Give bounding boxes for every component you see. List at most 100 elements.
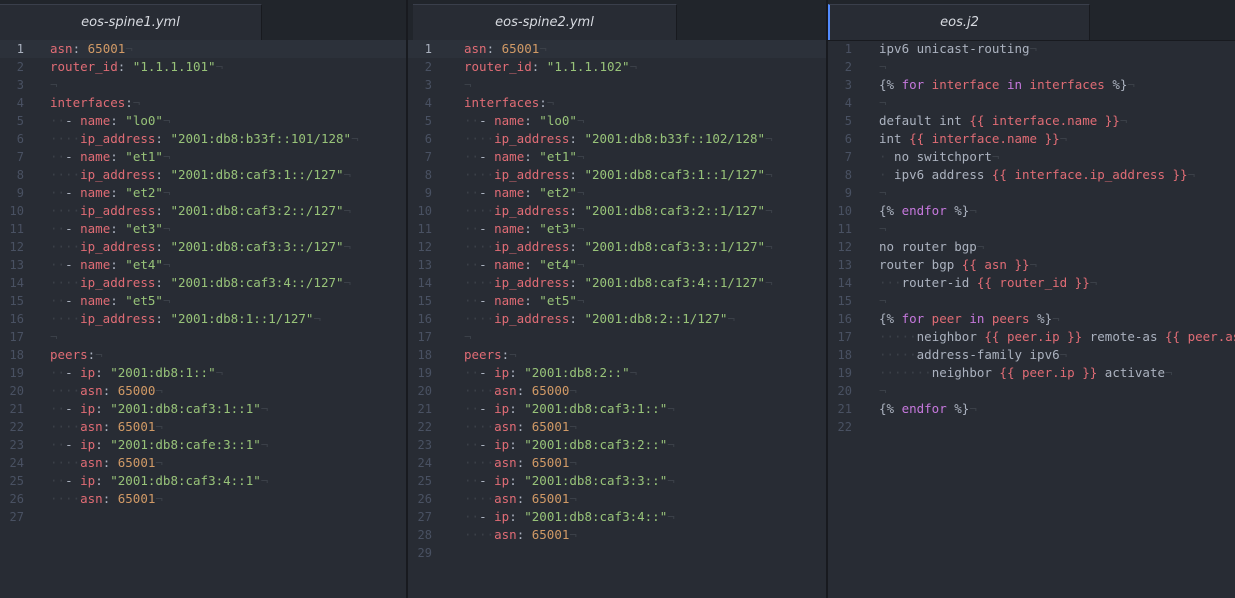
code-line[interactable]: 15 ··- name: "et5"¬ <box>0 292 406 310</box>
code-line[interactable]: 11 ¬ <box>828 220 1235 238</box>
code-line[interactable]: 18 peers:¬ <box>0 346 406 364</box>
code-line[interactable]: 5 ··- name: "lo0"¬ <box>408 112 826 130</box>
code-line[interactable]: 2 ¬ <box>828 58 1235 76</box>
code-editor[interactable]: 1 asn: 65001¬ 2 router_id: "1.1.1.101"¬ 3 ¬ 4 i… <box>0 40 406 598</box>
code-line[interactable]: 5 ··- name: "lo0"¬ <box>0 112 406 130</box>
code-line[interactable]: 3 {% for interface in interfaces %}¬ <box>828 76 1235 94</box>
code-line[interactable]: 22 <box>828 418 1235 436</box>
code-line[interactable]: 20 ····asn: 65000¬ <box>0 382 406 400</box>
code-line[interactable]: 1 ipv6 unicast-routing¬ <box>828 40 1235 58</box>
code-line[interactable]: 23 ··- ip: "2001:db8:cafe:3::1"¬ <box>0 436 406 454</box>
invisible-char: ·· <box>50 257 66 272</box>
code-line[interactable]: 12 ····ip_address: "2001:db8:caf3:3::/127… <box>0 238 406 256</box>
code-line[interactable]: 6 ····ip_address: "2001:db8:b33f::101/128… <box>0 130 406 148</box>
code-line[interactable]: 17 ¬ <box>408 328 826 346</box>
code-editor[interactable]: 1 ipv6 unicast-routing¬ 2 ¬ 3 {% for interfac… <box>828 40 1235 598</box>
code-line[interactable]: 20 ····asn: 65000¬ <box>408 382 826 400</box>
code-line[interactable]: 13 ··- name: "et4"¬ <box>0 256 406 274</box>
code-line[interactable]: 24 ····asn: 65001¬ <box>0 454 406 472</box>
code-line[interactable]: 4 interfaces:¬ <box>408 94 826 112</box>
code-line[interactable]: 6 int {{ interface.name }}¬ <box>828 130 1235 148</box>
code-line[interactable]: 19 ·······neighbor {{ peer.ip }} activate… <box>828 364 1235 382</box>
code-line[interactable]: 21 ··- ip: "2001:db8:caf3:1::"¬ <box>408 400 826 418</box>
code-line[interactable]: 12 no router bgp¬ <box>828 238 1235 256</box>
code-line[interactable]: 26 ····asn: 65001¬ <box>408 490 826 508</box>
code-line[interactable]: 10 ····ip_address: "2001:db8:caf3:2::1/12… <box>408 202 826 220</box>
code-line[interactable]: 22 ····asn: 65001¬ <box>0 418 406 436</box>
code-line[interactable]: 10 ····ip_address: "2001:db8:caf3:2::/127… <box>0 202 406 220</box>
code-line[interactable]: 19 ··- ip: "2001:db8:2::"¬ <box>408 364 826 382</box>
code-line[interactable]: 2 router_id: "1.1.1.101"¬ <box>0 58 406 76</box>
code-line[interactable]: 3 ¬ <box>0 76 406 94</box>
code-token: - <box>479 401 495 416</box>
tab-eos-j2[interactable]: eos.j2 <box>828 4 1090 40</box>
code-line[interactable]: 27 <box>0 508 406 526</box>
line-text: ····asn: 65001¬ <box>50 454 163 472</box>
code-line[interactable]: 9 ··- name: "et2"¬ <box>408 184 826 202</box>
code-line[interactable]: 25 ··- ip: "2001:db8:caf3:4::1"¬ <box>0 472 406 490</box>
code-line[interactable]: 21 {% endfor %}¬ <box>828 400 1235 418</box>
code-line[interactable]: 18 ·····address-family ipv6¬ <box>828 346 1235 364</box>
code-line[interactable]: 19 ··- ip: "2001:db8:1::"¬ <box>0 364 406 382</box>
code-line[interactable]: 11 ··- name: "et3"¬ <box>0 220 406 238</box>
code-token: : <box>569 131 585 146</box>
code-line[interactable]: 29 <box>408 544 826 562</box>
code-line[interactable]: 7 · no switchport¬ <box>828 148 1235 166</box>
code-line[interactable]: 13 router bgp {{ asn }}¬ <box>828 256 1235 274</box>
invisible-char: ¬ <box>260 401 269 416</box>
code-line[interactable]: 17 ¬ <box>0 328 406 346</box>
line-text: ¬ <box>879 94 887 112</box>
code-line[interactable]: 15 ··- name: "et5"¬ <box>408 292 826 310</box>
code-line[interactable]: 5 default int {{ interface.name }}¬ <box>828 112 1235 130</box>
code-line[interactable]: 23 ··- ip: "2001:db8:caf3:2::"¬ <box>408 436 826 454</box>
code-line[interactable]: 1 asn: 65001¬ <box>0 40 406 58</box>
code-token: name <box>494 257 525 272</box>
code-line[interactable]: 28 ····asn: 65001¬ <box>408 526 826 544</box>
code-line[interactable]: 12 ····ip_address: "2001:db8:caf3:3::1/12… <box>408 238 826 256</box>
code-line[interactable]: 2 router_id: "1.1.1.102"¬ <box>408 58 826 76</box>
code-line[interactable]: 7 ··- name: "et1"¬ <box>0 148 406 166</box>
code-line[interactable]: 9 ··- name: "et2"¬ <box>0 184 406 202</box>
code-token: : <box>524 221 540 236</box>
code-editor[interactable]: 1 asn: 65001¬ 2 router_id: "1.1.1.102"¬ 3 ¬ 4 i… <box>408 40 826 598</box>
code-line[interactable]: 27 ··- ip: "2001:db8:caf3:4::"¬ <box>408 508 826 526</box>
tab-eos-spine1-yml[interactable]: eos-spine1.yml <box>0 4 262 40</box>
code-line[interactable]: 4 interfaces:¬ <box>0 94 406 112</box>
code-token: ip <box>80 437 96 452</box>
code-line[interactable]: 16 ····ip_address: "2001:db8:2::1/127"¬ <box>408 310 826 328</box>
code-line[interactable]: 8 · ipv6 address {{ interface.ip_address … <box>828 166 1235 184</box>
invisible-char: ¬ <box>162 293 171 308</box>
code-line[interactable]: 16 ····ip_address: "2001:db8:1::1/127"¬ <box>0 310 406 328</box>
code-line[interactable]: 8 ····ip_address: "2001:db8:caf3:1::1/127… <box>408 166 826 184</box>
code-line[interactable]: 15 ¬ <box>828 292 1235 310</box>
code-line[interactable]: 26 ····asn: 65001¬ <box>0 490 406 508</box>
code-line[interactable]: 25 ··- ip: "2001:db8:caf3:3::"¬ <box>408 472 826 490</box>
code-line[interactable]: 10 {% endfor %}¬ <box>828 202 1235 220</box>
invisible-char: ¬ <box>1119 113 1128 128</box>
code-token: : <box>155 203 171 218</box>
code-line[interactable]: 14 ···router-id {{ router_id }}¬ <box>828 274 1235 292</box>
code-line[interactable]: 8 ····ip_address: "2001:db8:caf3:1::/127"… <box>0 166 406 184</box>
code-line[interactable]: 7 ··- name: "et1"¬ <box>408 148 826 166</box>
code-line[interactable]: 3 ¬ <box>408 76 826 94</box>
invisible-char: ···· <box>50 419 81 434</box>
code-line[interactable]: 4 ¬ <box>828 94 1235 112</box>
code-line[interactable]: 17 ·····neighbor {{ peer.ip }} remote-as … <box>828 328 1235 346</box>
code-line[interactable]: 1 asn: 65001¬ <box>408 40 826 58</box>
code-line[interactable]: 6 ····ip_address: "2001:db8:b33f::102/128… <box>408 130 826 148</box>
code-line[interactable]: 14 ····ip_address: "2001:db8:caf3:4::/127… <box>0 274 406 292</box>
code-line[interactable]: 16 {% for peer in peers %}¬ <box>828 310 1235 328</box>
code-line[interactable]: 18 peers:¬ <box>408 346 826 364</box>
code-line[interactable]: 20 ¬ <box>828 382 1235 400</box>
line-number: 11 <box>9 222 24 236</box>
tab-eos-spine2-yml[interactable]: eos-spine2.yml <box>413 4 677 40</box>
code-line[interactable]: 14 ····ip_address: "2001:db8:caf3:4::1/12… <box>408 274 826 292</box>
code-line[interactable]: 9 ¬ <box>828 184 1235 202</box>
code-line[interactable]: 11 ··- name: "et3"¬ <box>408 220 826 238</box>
code-line[interactable]: 24 ····asn: 65001¬ <box>408 454 826 472</box>
code-line[interactable]: 21 ··- ip: "2001:db8:caf3:1::1"¬ <box>0 400 406 418</box>
line-text: ····asn: 65001¬ <box>464 418 577 436</box>
code-line[interactable]: 13 ··- name: "et4"¬ <box>408 256 826 274</box>
line-text: ····ip_address: "2001:db8:1::1/127"¬ <box>50 310 321 328</box>
code-line[interactable]: 22 ····asn: 65001¬ <box>408 418 826 436</box>
